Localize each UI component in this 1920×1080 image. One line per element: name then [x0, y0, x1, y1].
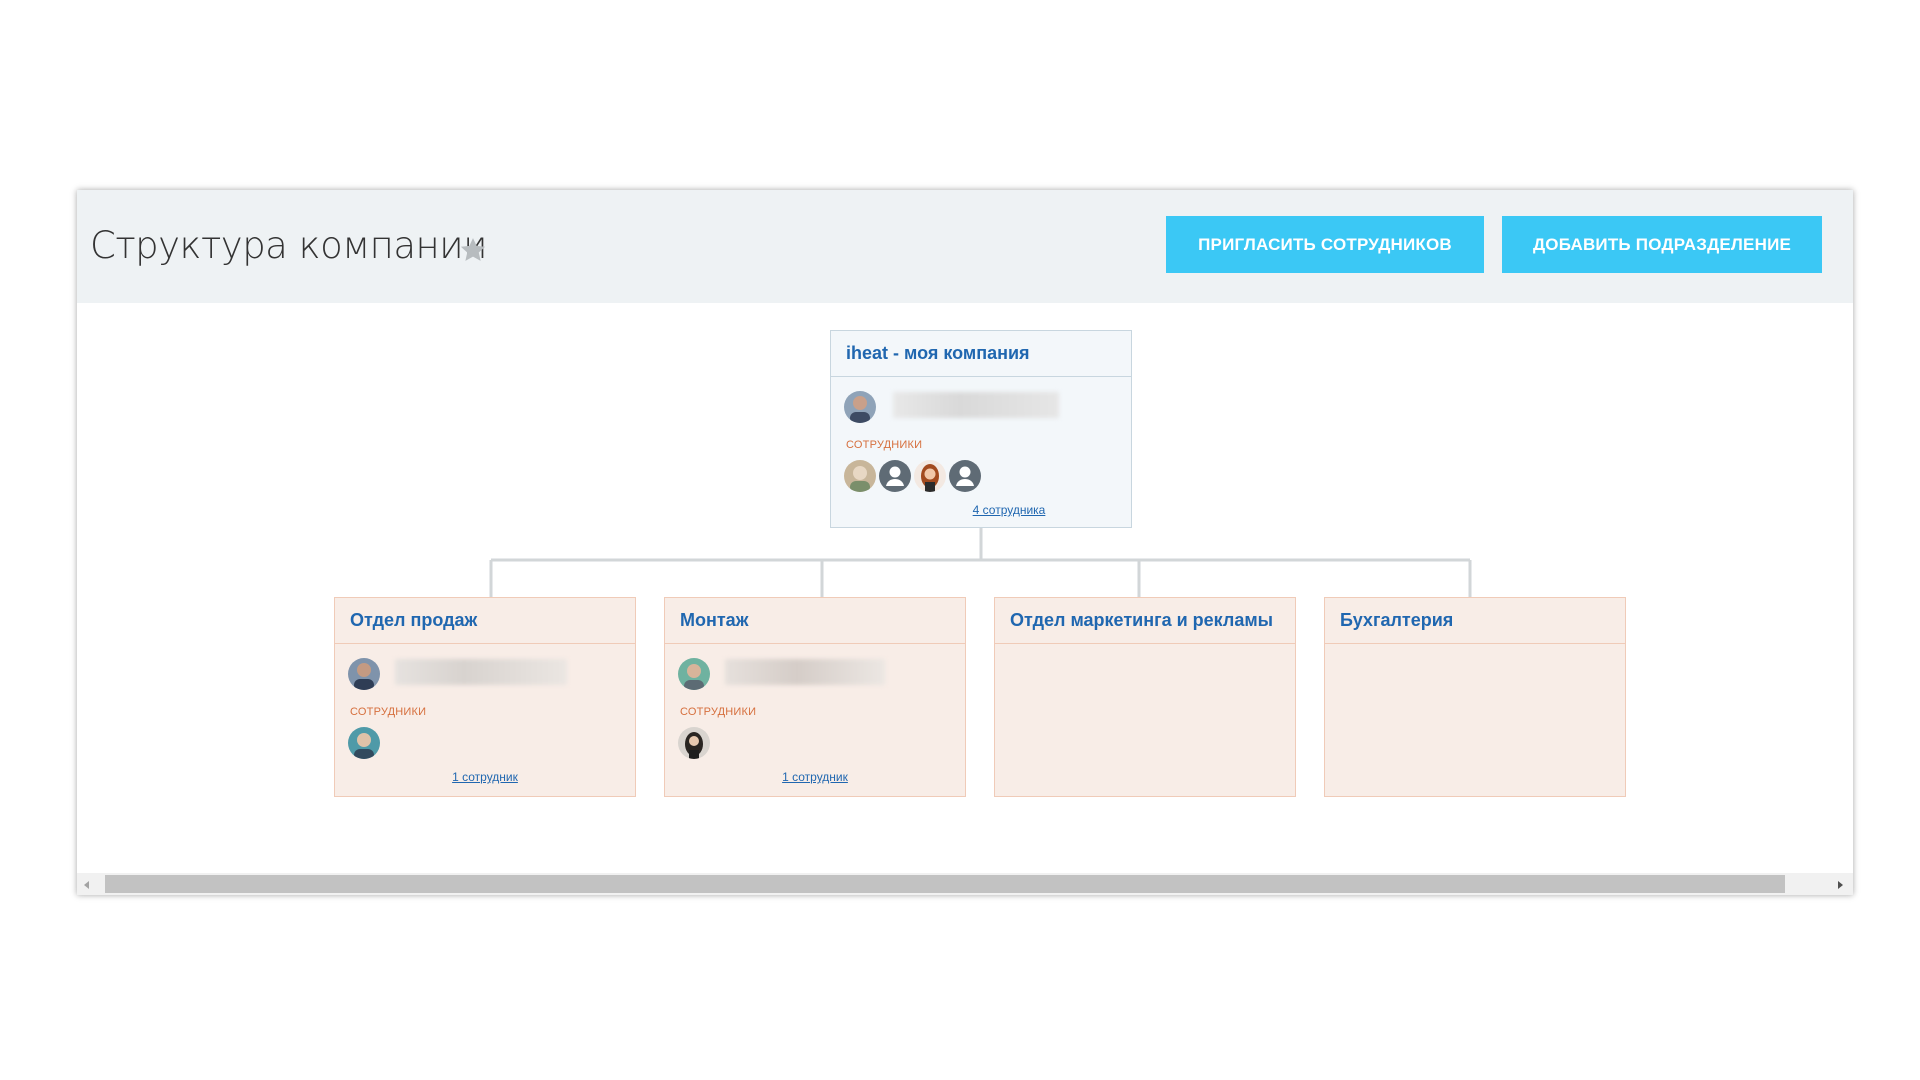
department-title[interactable]: Монтаж — [665, 598, 965, 644]
department-title[interactable]: Отдел маркетинга и рекламы — [995, 598, 1295, 644]
page-title: Структура компании — [90, 224, 487, 267]
department-head — [678, 658, 710, 692]
employee-avatars — [844, 460, 984, 494]
scrollbar-thumb[interactable] — [105, 875, 1785, 893]
employee-avatar[interactable] — [914, 460, 946, 492]
employee-count-link[interactable]: 4 сотрудника — [859, 503, 1159, 517]
company-head — [844, 391, 876, 425]
head-avatar[interactable] — [844, 391, 876, 423]
star-icon[interactable] — [458, 235, 488, 265]
department-title[interactable]: Бухгалтерия — [1325, 598, 1625, 644]
page-header: Структура компании ПРИГЛАСИТЬ СОТРУДНИКО… — [77, 190, 1853, 303]
scroll-left-arrow-icon[interactable] — [81, 879, 93, 891]
employees-label: СОТРУДНИКИ — [350, 706, 427, 718]
org-structure-window: Структура компании ПРИГЛАСИТЬ СОТРУДНИКО… — [77, 190, 1853, 895]
scroll-right-arrow-icon[interactable] — [1834, 879, 1846, 891]
head-avatar[interactable] — [348, 658, 380, 690]
employees-label: СОТРУДНИКИ — [846, 439, 923, 451]
company-title[interactable]: iheat - моя компания — [831, 331, 1131, 377]
head-avatar[interactable] — [678, 658, 710, 690]
company-card: iheat - моя компания СОТРУДНИКИ 4 сотруд… — [830, 330, 1132, 528]
employees-label: СОТРУДНИКИ — [680, 706, 757, 718]
department-title[interactable]: Отдел продаж — [335, 598, 635, 644]
employee-avatars — [348, 727, 383, 761]
add-department-button[interactable]: ДОБАВИТЬ ПОДРАЗДЕЛЕНИЕ — [1502, 216, 1822, 273]
default-user-avatar-icon[interactable] — [879, 460, 911, 492]
employee-avatars — [678, 727, 713, 761]
head-name-redacted — [725, 659, 885, 685]
department-card-installation: Монтаж СОТРУДНИКИ 1 сотрудник — [664, 597, 966, 797]
employee-avatar[interactable] — [678, 727, 710, 759]
employee-count-link[interactable]: 1 сотрудник — [665, 770, 965, 784]
employee-avatar[interactable] — [844, 460, 876, 492]
default-user-avatar-icon[interactable] — [949, 460, 981, 492]
department-card-accounting: Бухгалтерия — [1324, 597, 1626, 797]
head-name-redacted — [395, 659, 567, 685]
horizontal-scrollbar[interactable] — [77, 873, 1853, 895]
department-card-marketing: Отдел маркетинга и рекламы — [994, 597, 1296, 797]
employee-avatar[interactable] — [348, 727, 380, 759]
department-card-sales: Отдел продаж СОТРУДНИКИ 1 сотрудник — [334, 597, 636, 797]
org-chart: iheat - моя компания СОТРУДНИКИ 4 сотруд… — [77, 303, 1853, 863]
invite-employees-button[interactable]: ПРИГЛАСИТЬ СОТРУДНИКОВ — [1166, 216, 1484, 273]
employee-count-link[interactable]: 1 сотрудник — [335, 770, 635, 784]
department-head — [348, 658, 380, 692]
head-name-redacted — [893, 392, 1059, 418]
